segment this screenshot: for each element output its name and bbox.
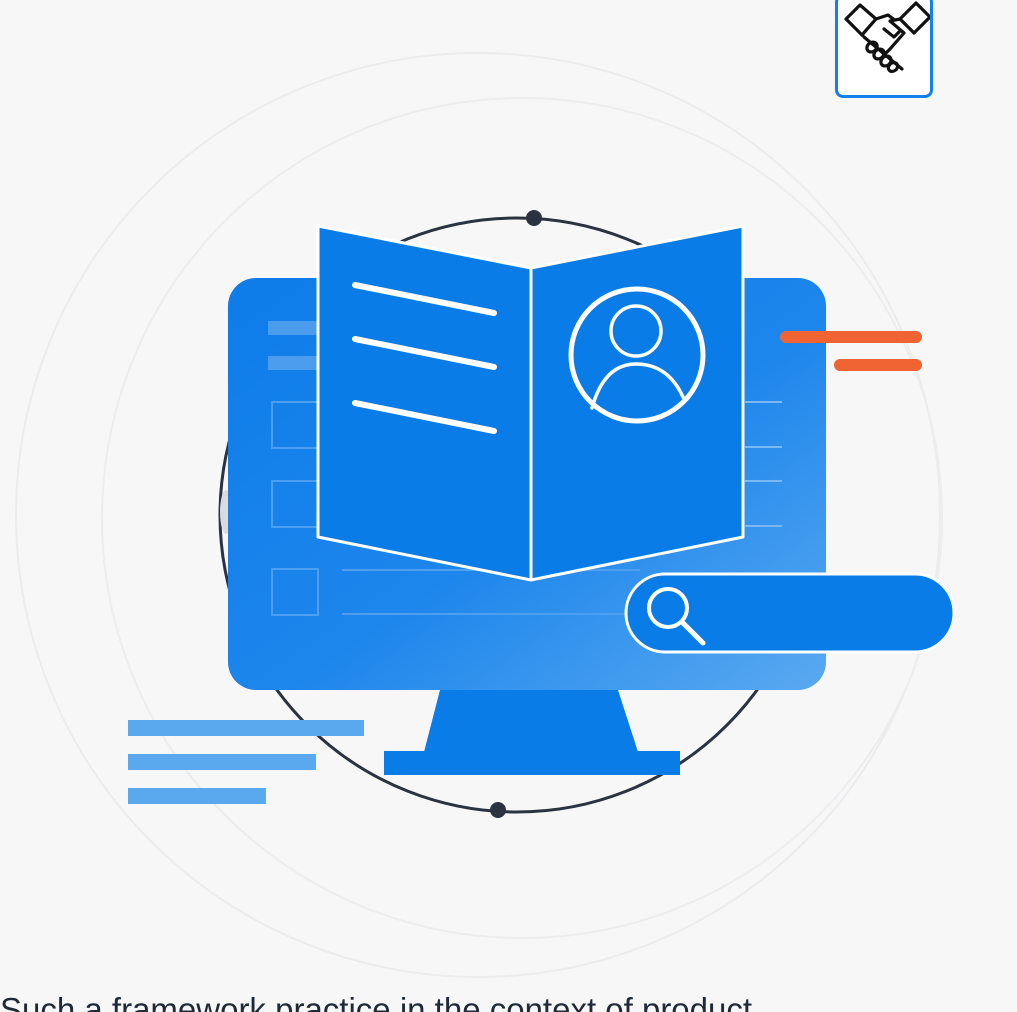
orbit-dot-bottom bbox=[490, 802, 506, 818]
orbit-dot-top bbox=[526, 210, 542, 226]
caption-text: Such a framework practice in the context… bbox=[0, 991, 753, 1012]
monitor-base bbox=[384, 751, 680, 775]
book-left-page bbox=[316, 224, 533, 582]
page: Such a framework practice in the context… bbox=[0, 0, 1017, 1012]
monitor-neck bbox=[424, 690, 638, 752]
screen-bar-1 bbox=[268, 321, 323, 335]
corner-badge[interactable] bbox=[835, 0, 933, 98]
accent-bar-blue bbox=[128, 754, 316, 770]
handshake-icon bbox=[844, 1, 930, 74]
open-book bbox=[316, 224, 745, 582]
search-pill bbox=[624, 572, 956, 654]
accent-bar-blue bbox=[128, 720, 364, 736]
hero-illustration bbox=[15, 52, 956, 978]
book-right-page bbox=[529, 224, 745, 582]
accent-bar-blue bbox=[128, 788, 266, 804]
search-bar bbox=[624, 572, 956, 654]
screen-bar-2 bbox=[268, 356, 323, 370]
